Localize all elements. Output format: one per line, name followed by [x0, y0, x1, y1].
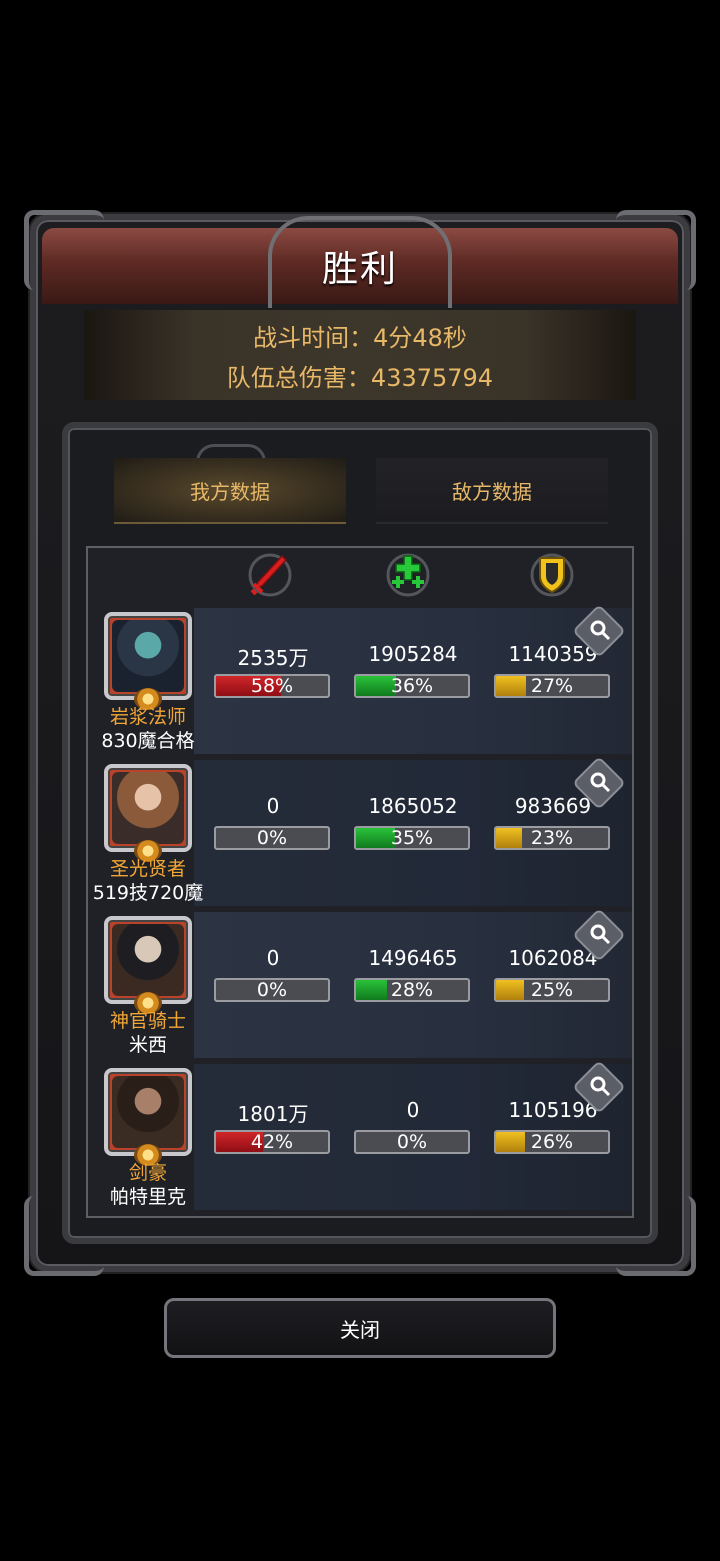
- tank-percent: 26%: [530, 1131, 574, 1153]
- tank-bar: 26%: [494, 1130, 610, 1154]
- hero-row: 岩浆法师 830魔合格 2535万 58% 1905284 36% 114035…: [88, 604, 632, 756]
- damage-value: 1801万: [237, 1102, 309, 1126]
- title-banner: 胜利: [42, 228, 678, 304]
- magnifier-icon: [588, 1074, 612, 1098]
- damage-value: 0: [266, 794, 280, 818]
- hero-name: 神官骑士: [109, 1010, 186, 1032]
- magnifier-icon: [588, 770, 612, 794]
- hero-row: 剑豪 帕特里克 1801万 42% 0 0% 1105196 26%: [88, 1060, 632, 1212]
- damage-value: 0: [266, 946, 280, 970]
- tank-percent: 25%: [530, 979, 574, 1001]
- hero-avatar: [112, 772, 184, 844]
- heal-bar: 28%: [354, 978, 470, 1002]
- hero-name: 圣光贤者: [109, 858, 186, 880]
- tab-label: 敌方数据: [452, 479, 532, 504]
- heal-value: 1865052: [368, 794, 458, 818]
- team-total-damage: 队伍总伤害：43375794: [226, 364, 494, 392]
- battle-result-screen: 胜利 战斗时间：4分48秒 队伍总伤害：43375794 我方数据 敌方数据 岩…: [0, 0, 720, 1561]
- hero-name: 岩浆法师: [109, 706, 186, 728]
- hero-portrait[interactable]: [104, 764, 192, 852]
- battle-time: 战斗时间：4分48秒: [253, 324, 467, 352]
- sword-icon: [242, 550, 298, 600]
- hero-avatar: [112, 924, 184, 996]
- heal-bar: 35%: [354, 826, 470, 850]
- heal-percent: 35%: [390, 827, 434, 849]
- damage-value: 2535万: [237, 646, 309, 670]
- tab-our-data[interactable]: 我方数据: [114, 458, 346, 524]
- damage-bar: 0%: [214, 826, 330, 850]
- hero-portrait[interactable]: [104, 1068, 192, 1156]
- heal-value: 0: [406, 1098, 420, 1122]
- tank-percent: 23%: [530, 827, 574, 849]
- heal-plus-icon: [380, 550, 436, 600]
- hero-portrait[interactable]: [104, 612, 192, 700]
- damage-bar: 0%: [214, 978, 330, 1002]
- hero-avatar: [112, 620, 184, 692]
- player-name: 519技720魔: [92, 882, 204, 904]
- tank-bar: 25%: [494, 978, 610, 1002]
- hero-row: 圣光贤者 519技720魔 0 0% 1865052 35% 983669 23…: [88, 756, 632, 908]
- heal-value: 1905284: [368, 642, 458, 666]
- victory-title: 胜利: [321, 249, 398, 290]
- tank-bar: 27%: [494, 674, 610, 698]
- tank-bar: 23%: [494, 826, 610, 850]
- tank-percent: 27%: [530, 675, 574, 697]
- player-name: 帕特里克: [109, 1186, 186, 1208]
- close-button-label: 关闭: [340, 1317, 380, 1342]
- heal-percent: 36%: [390, 675, 434, 697]
- heal-bar: 36%: [354, 674, 470, 698]
- damage-percent: 0%: [256, 827, 288, 849]
- tab-enemy-data[interactable]: 敌方数据: [376, 458, 608, 524]
- player-name: 米西: [128, 1034, 167, 1056]
- magnifier-icon: [588, 922, 612, 946]
- hero-name: 剑豪: [128, 1162, 167, 1184]
- damage-percent: 42%: [250, 1131, 294, 1153]
- heal-value: 1496465: [368, 946, 458, 970]
- hero-row: 神官骑士 米西 0 0% 1496465 28% 1062084 25%: [88, 908, 632, 1060]
- damage-percent: 0%: [256, 979, 288, 1001]
- battle-summary: 战斗时间：4分48秒 队伍总伤害：43375794: [84, 310, 636, 400]
- damage-percent: 58%: [250, 675, 294, 697]
- heal-bar: 0%: [354, 1130, 470, 1154]
- close-button[interactable]: 关闭: [164, 1298, 556, 1358]
- tab-label: 我方数据: [190, 479, 270, 504]
- hero-portrait[interactable]: [104, 916, 192, 1004]
- damage-bar: 58%: [214, 674, 330, 698]
- damage-bar: 42%: [214, 1130, 330, 1154]
- player-name: 830魔合格: [101, 730, 195, 752]
- magnifier-icon: [588, 618, 612, 642]
- hero-avatar: [112, 1076, 184, 1148]
- heal-percent: 0%: [396, 1131, 428, 1153]
- shield-icon: [524, 550, 580, 600]
- heal-percent: 28%: [390, 979, 434, 1001]
